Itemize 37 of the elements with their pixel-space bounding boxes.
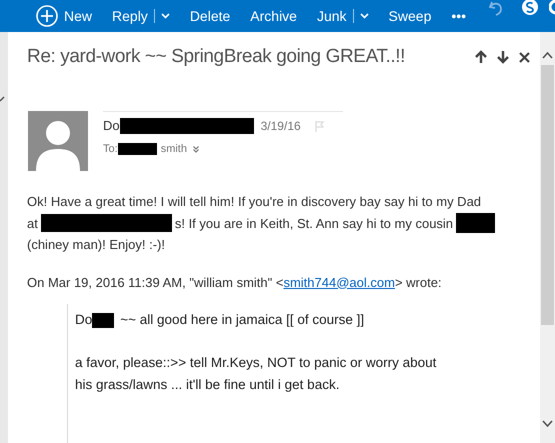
arrow-down-icon[interactable] bbox=[497, 50, 509, 64]
redaction-bar bbox=[456, 213, 496, 234]
arrow-up-icon[interactable] bbox=[475, 50, 487, 64]
scroll-down-icon[interactable] bbox=[542, 420, 553, 427]
quoted-text: a favor, please::>> tell Mr.Keys, NOT to panic or worry about bbox=[75, 354, 436, 372]
toolbar-button[interactable]: Delete bbox=[190, 0, 230, 32]
quoted-text: ~~ all good here in jamaica [[ of course ]] bbox=[120, 311, 364, 329]
toolbar-button[interactable]: Sweep bbox=[388, 0, 432, 32]
quoted-text: his grass/lawns ... it'll be fine until i get back. bbox=[75, 376, 340, 394]
settings-icon[interactable] bbox=[549, 0, 555, 16]
email-date: 3/19/16 bbox=[260, 118, 301, 135]
recipient-text: To: bbox=[103, 142, 118, 157]
quoted-text: Do bbox=[75, 311, 92, 329]
toolbar-button[interactable]: Archive bbox=[250, 0, 297, 32]
email-link[interactable]: smith744@aol.com bbox=[283, 272, 395, 292]
close-icon[interactable] bbox=[519, 52, 530, 62]
chat-app-icon[interactable] bbox=[521, 0, 539, 16]
attribution-text: > wrote: bbox=[394, 274, 442, 292]
plus-icon bbox=[36, 5, 58, 27]
attribution-text: On Mar 19, 2016 11:39 AM, "william smith" < bbox=[27, 274, 284, 292]
email-subject: Re: yard-work ~~ SpringBreak going GREAT..!! bbox=[27, 44, 406, 69]
scrollbar[interactable] bbox=[540, 32, 555, 443]
message-text: at bbox=[27, 214, 38, 232]
message-text: s! If you are in Keith, St. Ann say hi to my cousin bbox=[174, 214, 454, 233]
toolbar-button[interactable]: Junk bbox=[316, 0, 369, 32]
redaction-bar bbox=[118, 143, 157, 155]
recipient-text: smith bbox=[160, 142, 187, 157]
redaction-bar bbox=[92, 312, 114, 328]
expand-icon[interactable] bbox=[192, 146, 199, 152]
scrollbar-thumb[interactable] bbox=[541, 65, 554, 325]
message-text: (chiney man)! Enjoy! :-)! bbox=[27, 236, 165, 254]
toolbar-button[interactable]: Reply bbox=[112, 0, 170, 32]
avatar bbox=[28, 111, 88, 171]
sender-name: Do bbox=[103, 117, 120, 136]
message-text: Ok! Have a great time! I will tell him! If you're in discovery bay say hi to my Dad bbox=[27, 193, 482, 211]
toolbar-button[interactable]: ••• bbox=[451, 0, 466, 32]
new-button[interactable]: New bbox=[36, 0, 92, 32]
